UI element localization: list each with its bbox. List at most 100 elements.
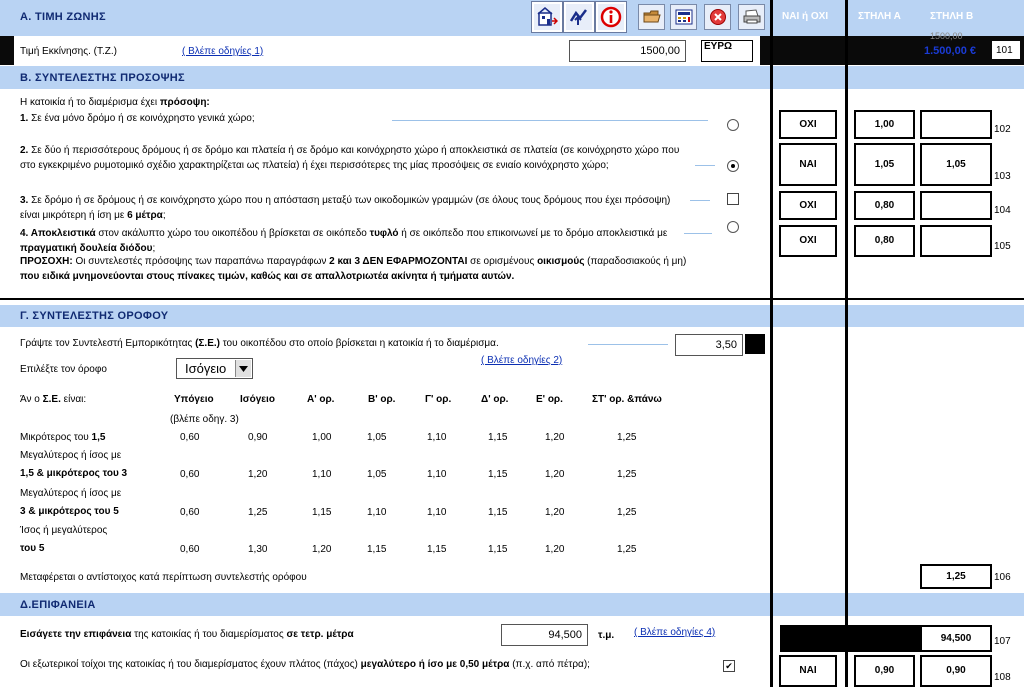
folder-icon[interactable] [638,4,665,30]
facade-item-3: 3. Σε δρόμο ή σε δρόμους ή σε κοινόχρηστ… [20,195,671,221]
floor-se-prompt: Γράψτε τον Συντελεστή Εμπορικότητας (Σ.Ε… [20,338,499,349]
zone-unit: ΕΥΡΩ [704,41,733,52]
facade-row-4-yesno[interactable]: ΟΧΙ [779,225,837,257]
floor-coefficient-cell: 1,25 [617,544,637,555]
floor-coefficient-cell: 1,15 [488,469,508,480]
chart-arrow-icon[interactable] [563,1,595,33]
zone-col-b-value: 1.500,00 € [924,45,976,57]
floor-row-2-label-2: 1,5 & μικρότερος του 3 [20,468,128,479]
zone-col-b-overflow: 1500,00 [930,31,963,41]
facade-row-1-number: 102 [994,124,1011,135]
floor-row-3-label-2: 3 & μικρότερος του 5 [20,506,119,517]
calculator-icon[interactable] [670,4,697,30]
floor-col-6th-up: ΣΤ' ορ. &πάνω [592,394,662,405]
column-divider-right [845,0,848,687]
chevron-down-icon[interactable] [235,360,251,377]
hint-line-4 [684,233,712,234]
floor-coefficient-cell: 1,20 [248,469,268,480]
hint-line-1 [392,120,708,121]
zone-price-input[interactable]: 1500,00 [569,40,686,62]
section-c-title: Γ. ΣΥΝΤΕΛΕΣΤΗΣ ΟΡΟΦΟΥ [20,310,169,322]
floor-coefficient-cell: 1,25 [617,469,637,480]
building-icon[interactable] [531,1,563,33]
floor-col-b-value: 1,25 [920,564,992,589]
floor-coefficient-cell: 1,25 [617,507,637,518]
hint-line-se [588,344,668,345]
floor-coefficient-cell: 1,20 [545,469,565,480]
column-yes-no-header: ΝΑΙ ή ΟΧΙ [782,11,829,22]
facade-row-2-number: 103 [994,171,1011,182]
floor-row-4-label-1: Ίσος ή μεγαλύτερος [20,525,108,536]
wall-checkbox-icon[interactable]: ✔ [723,660,735,672]
facade-radio-4[interactable] [727,221,739,233]
floor-coefficient-cell: 1,20 [312,544,332,555]
facade-item-2: 2. Σε δύο ή περισσότερους δρόμους ή σε δ… [20,145,680,171]
floor-row-4-label-2: του 5 [20,543,45,554]
floor-coefficient-cell: 1,20 [545,544,565,555]
wall-yesno[interactable]: ΝΑΙ [779,655,837,687]
info-icon[interactable] [595,1,627,33]
facade-intro: Η κατοικία ή το διαμέρισμα έχει πρόσοψη: [20,97,210,108]
wall-col-a: 0,90 [854,655,915,687]
facade-row-2-col-b: 1,05 [920,143,992,186]
facade-row-3-number: 104 [994,205,1011,216]
floor-row-2-label-1: Μεγαλύτερος ή ίσος με [20,450,122,461]
print-icon[interactable] [738,4,765,30]
floor-col-2nd: Β' ορ. [368,394,396,405]
facade-row-4-number: 105 [994,241,1011,252]
floor-se-black-cell [745,334,765,354]
floor-select[interactable]: Ισόγειο [176,358,253,379]
floor-coefficient-cell: 1,10 [427,469,447,480]
floor-coefficient-cell: 1,05 [367,469,387,480]
facade-checkbox-3[interactable] [727,193,739,205]
floor-col-3rd: Γ' ορ. [425,394,452,405]
floor-coefficient-cell: 1,30 [248,544,268,555]
floor-coefficient-cell: 0,60 [180,507,200,518]
floor-coefficient-cell: 0,60 [180,544,200,555]
close-icon[interactable] [704,4,731,30]
surface-dark-cell [780,625,921,652]
facade-row-2-col-a: 1,05 [854,143,915,186]
facade-row-1-yesno[interactable]: ΟΧΙ [779,110,837,139]
zone-row-dark-right [760,36,1024,65]
floor-select-value: Ισόγειο [185,361,227,376]
facade-radio-2[interactable] [727,160,739,172]
floor-col-4th: Δ' ορ. [481,394,509,405]
floor-coefficient-cell: 1,15 [312,507,332,518]
section-c-top-rule [0,298,1024,300]
facade-item-1: 1. Σε ένα μόνο δρόμο ή σε κοινόχρηστο γε… [20,113,255,124]
zone-row-dark-left [0,36,14,65]
facade-row-2-yesno[interactable]: ΝΑΙ [779,143,837,186]
floor-row-number: 106 [994,572,1011,583]
column-b-header: ΣΤΗΛΗ Β [930,11,974,22]
zone-instructions-link[interactable]: ( Βλέπε οδηγίες 1) [182,46,263,57]
surface-instructions-link[interactable]: ( Βλέπε οδηγίες 4) [634,627,715,638]
floor-basement-note: (βλέπε οδηγ. 3) [170,414,239,425]
floor-coefficient-cell: 1,25 [617,432,637,443]
floor-coefficient-cell: 1,10 [367,507,387,518]
zone-row-number: 101 [996,45,1013,56]
wall-row-number: 108 [994,672,1011,683]
hint-line-3 [690,200,710,201]
surface-input[interactable]: 94,500 [501,624,588,646]
floor-instructions-link[interactable]: ( Βλέπε οδηγίες 2) [481,355,562,366]
floor-coefficient-cell: 1,05 [367,432,387,443]
floor-coefficient-cell: 1,15 [488,507,508,518]
floor-row-1-label: Μικρότερος του 1,5 [20,432,106,443]
facade-note: ΠΡΟΣΟΧΗ: Οι συντελεστές πρόσοψης των παρ… [20,256,687,282]
zone-label: Τιμή Εκκίνησης. (Τ.Ζ.) [20,46,117,57]
floor-coefficient-cell: 1,20 [545,507,565,518]
floor-coefficient-cell: 0,90 [248,432,268,443]
section-d-title: Δ.ΕΠΙΦΑΝΕΙΑ [20,599,96,611]
hint-line-2 [695,165,715,166]
floor-col-ground: Ισόγειο [240,394,275,405]
facade-row-1-col-b [920,110,992,139]
facade-row-3-yesno[interactable]: ΟΧΙ [779,191,837,220]
floor-coefficient-cell: 1,10 [312,469,332,480]
column-a-header: ΣΤΗΛΗ Α [858,11,901,22]
facade-row-3-col-a: 0,80 [854,191,915,220]
facade-radio-1[interactable] [727,119,739,131]
floor-coefficient-cell: 0,60 [180,432,200,443]
floor-se-input[interactable]: 3,50 [675,334,743,356]
floor-coefficient-cell: 1,20 [545,432,565,443]
